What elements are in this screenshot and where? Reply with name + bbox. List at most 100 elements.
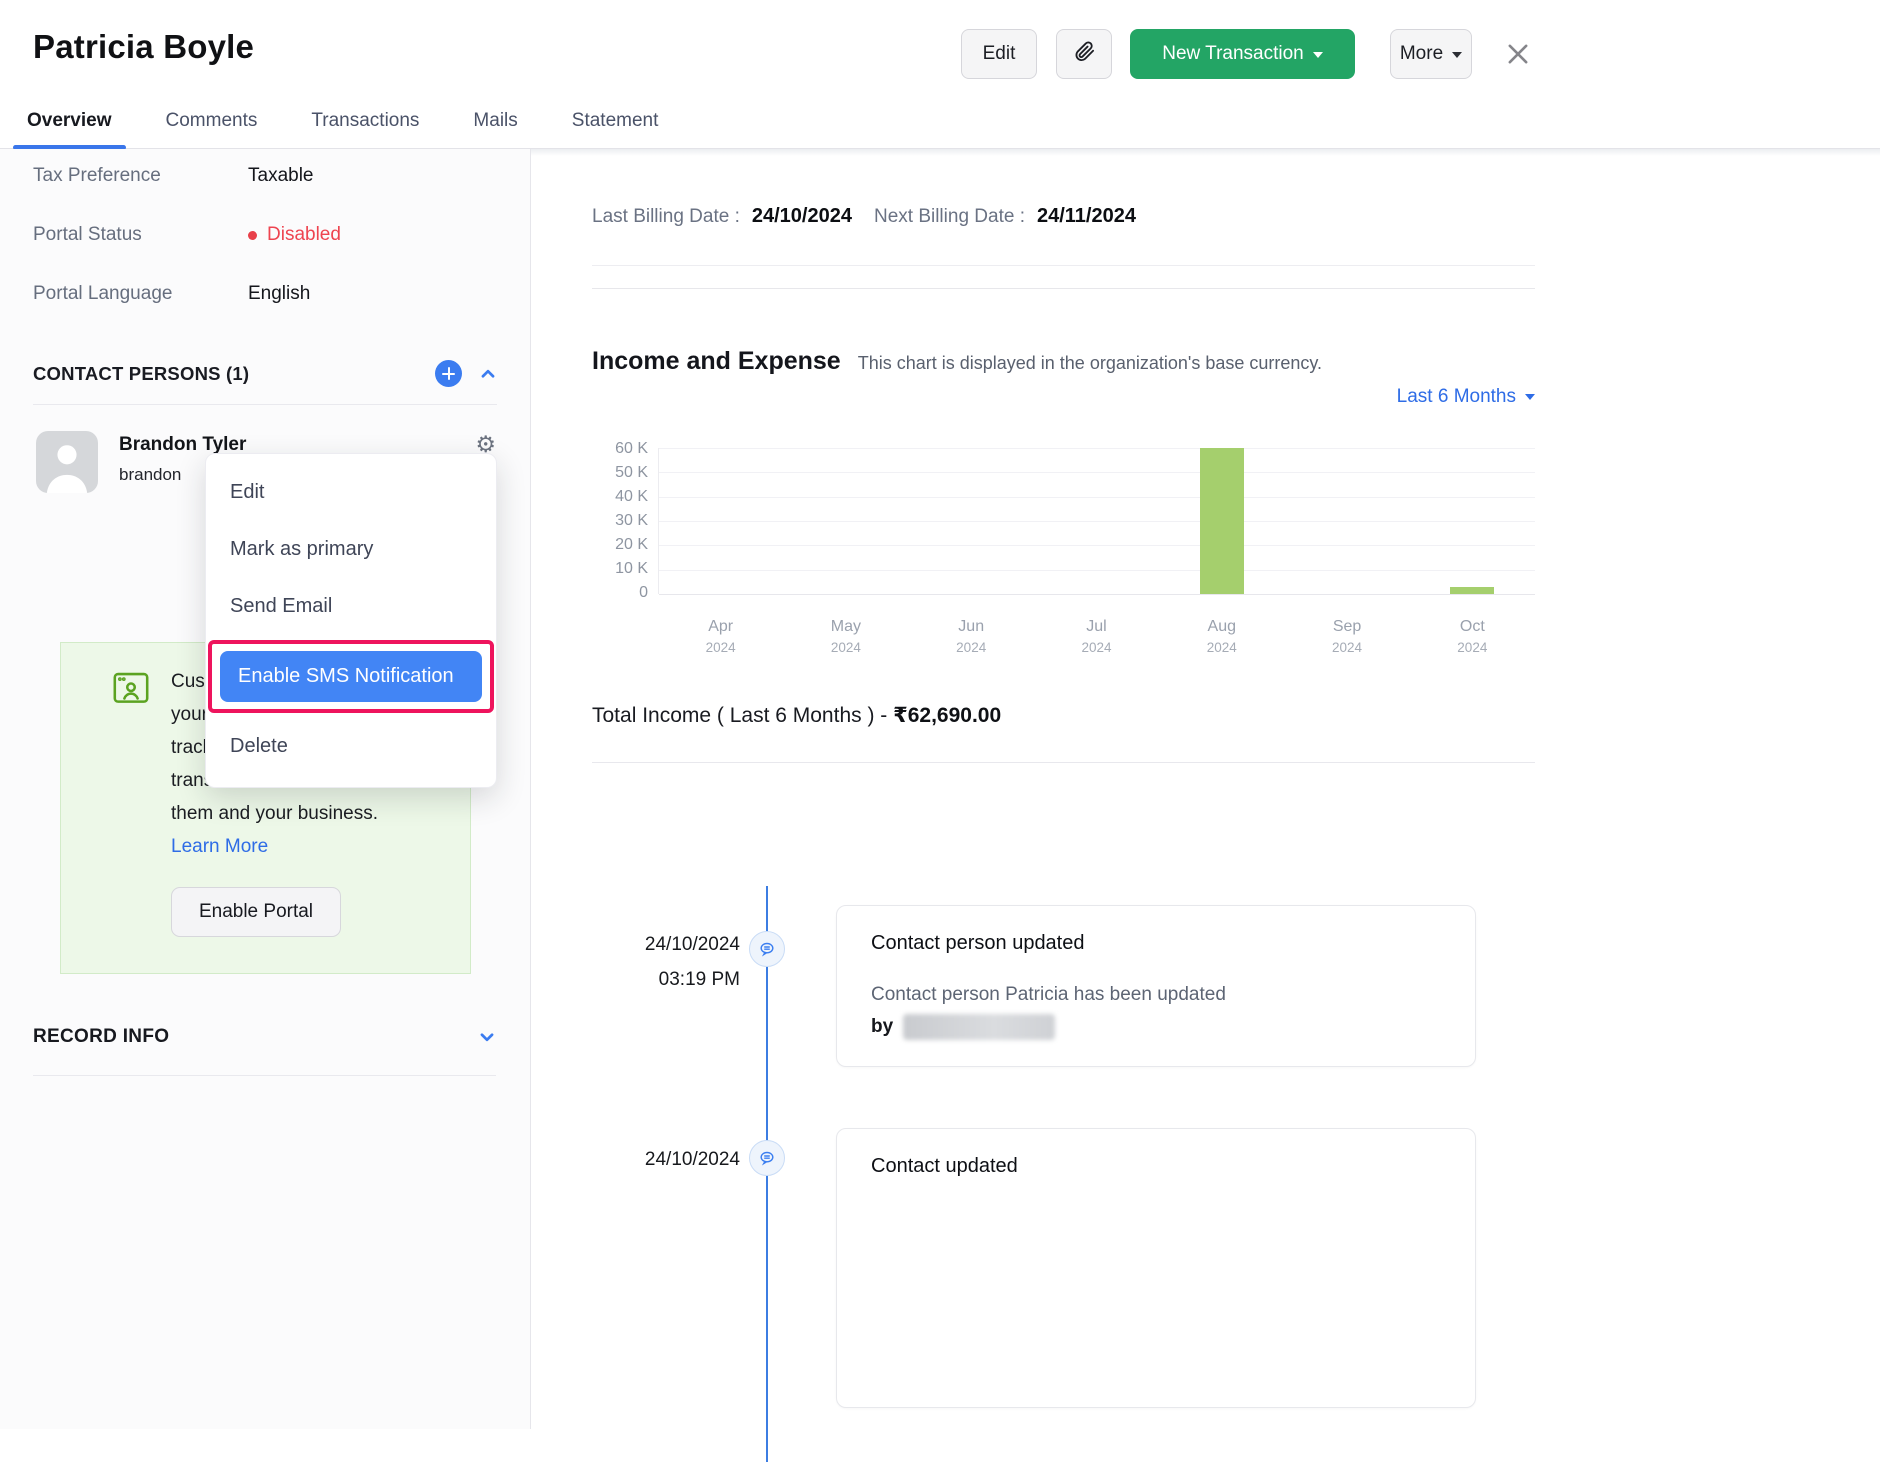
next-billing-date-label: Next Billing Date : [874,206,1025,228]
menu-item-edit[interactable]: Edit [206,464,496,521]
chevron-up-icon[interactable] [479,365,497,383]
highlight-frame: Enable SMS Notification [208,640,494,713]
page-title: Patricia Boyle [33,28,254,66]
menu-item-mark-as-primary[interactable]: Mark as primary [206,521,496,578]
tab-transactions[interactable]: Transactions [309,110,421,148]
total-income-label: Total Income ( Last 6 Months ) - [592,704,893,727]
attachment-button[interactable] [1056,29,1112,79]
contact-persons-header: CONTACT PERSONS (1) [33,360,497,387]
main-panel: Last Billing Date : 24/10/2024 Next Bill… [531,149,1880,1429]
sidebar: Tax Preference Taxable Portal Status Dis… [0,149,531,1429]
tab-mails[interactable]: Mails [471,110,519,148]
last-billing-date-value: 24/10/2024 [752,205,852,228]
tab-label: Overview [27,110,112,131]
next-billing-date-value: 24/11/2024 [1037,205,1136,228]
chart-x-axis: Apr2024May2024Jun2024Jul2024Aug2024Sep20… [658,618,1535,655]
avatar [36,431,98,493]
income-expense-title: Income and Expense [592,347,841,376]
comment-icon [749,931,785,967]
header-actions: Edit New Transaction More [961,29,1532,79]
record-info-title: RECORD INFO [33,1026,461,1048]
field-value: English [248,283,310,305]
field-label: Portal Language [33,283,248,305]
last-billing-date-label: Last Billing Date : [592,206,740,228]
portal-text-line: them and your business. [171,797,450,830]
field-value: Disabled [267,224,341,246]
edit-button-label: Edit [983,43,1016,65]
portal-screen-icon [113,672,149,709]
learn-more-link[interactable]: Learn More [171,830,268,863]
income-expense-chart: 60 K50 K40 K30 K20 K10 K0 [592,448,1535,602]
status-dot-icon [248,231,257,240]
timeline-date: 24/10/2024 [592,1149,740,1171]
tab-bar: Overview Comments Transactions Mails Sta… [0,110,1880,149]
chart-y-axis: 60 K50 K40 K30 K20 K10 K0 [592,440,648,602]
timeline-card: Contact person updated Contact person Pa… [836,905,1476,1067]
chevron-down-icon[interactable] [478,1028,496,1046]
field-portal-language: Portal Language English [33,283,497,305]
range-label: Last 6 Months [1397,386,1516,408]
menu-item-delete[interactable]: Delete [206,718,496,775]
contact-person-context-menu: Edit Mark as primary Send Email Enable S… [205,453,497,788]
tab-overview[interactable]: Overview [25,110,114,148]
divider [33,404,497,405]
edit-button[interactable]: Edit [961,29,1037,79]
contact-person-email: brandon [119,465,205,485]
paperclip-icon [1073,40,1096,69]
bar-aug-2024 [1200,448,1244,594]
status-badge: Disabled [248,224,341,246]
timeline-card-title: Contact updated [871,1155,1441,1178]
x-tick: Sep2024 [1284,618,1409,655]
more-button[interactable]: More [1390,29,1472,79]
more-button-label: More [1400,43,1443,65]
chart-plot [658,448,1535,594]
header: Patricia Boyle Edit New Transaction More [0,0,1880,110]
new-transaction-button[interactable]: New Transaction [1130,29,1355,79]
income-expense-header: Income and Expense This chart is display… [592,347,1535,376]
field-label: Portal Status [33,224,248,246]
add-contact-person-button[interactable] [435,360,462,387]
total-income-value: ₹62,690.00 [893,704,1001,727]
range-dropdown[interactable]: Last 6 Months [1397,386,1535,408]
close-icon[interactable] [1504,40,1532,68]
redacted-user-name [903,1014,1055,1040]
chevron-down-icon [1313,52,1323,63]
x-tick: May2024 [783,618,908,655]
income-expense-subtitle: This chart is displayed in the organizat… [858,353,1322,374]
comment-icon [749,1140,785,1176]
tab-label: Mails [473,110,517,131]
detail-fields: Tax Preference Taxable Portal Status Dis… [0,149,530,305]
timeline-card-body: Contact person Patricia has been updated [871,979,1441,1010]
divider [33,1075,496,1076]
divider [592,288,1535,289]
x-tick: Jun2024 [909,618,1034,655]
timeline-card-title: Contact person updated [871,932,1441,955]
chevron-down-icon [1525,394,1535,405]
new-transaction-label: New Transaction [1162,43,1304,65]
bar-oct-2024 [1450,587,1494,594]
menu-item-enable-sms-notification[interactable]: Enable SMS Notification [220,651,482,702]
billing-dates-row: Last Billing Date : 24/10/2024 Next Bill… [592,205,1535,228]
activity-timeline: 24/10/2024 03:19 PM Contact person updat… [592,763,1535,1408]
x-tick: Aug2024 [1159,618,1284,655]
x-tick: Apr2024 [658,618,783,655]
menu-item-send-email[interactable]: Send Email [206,578,496,635]
enable-portal-button[interactable]: Enable Portal [171,887,341,937]
x-tick: Oct2024 [1410,618,1535,655]
chevron-down-icon [1452,52,1462,63]
divider [592,265,1535,266]
field-label: Tax Preference [33,165,248,187]
record-info-section: RECORD INFO [33,1026,496,1076]
tab-statement[interactable]: Statement [570,110,661,148]
tab-label: Comments [166,110,258,131]
tab-label: Statement [572,110,659,131]
timeline-date: 24/10/2024 [592,934,740,956]
timeline-card: Contact updated [836,1128,1476,1408]
field-value: Taxable [248,165,314,187]
x-tick: Jul2024 [1034,618,1159,655]
tab-comments[interactable]: Comments [164,110,260,148]
timeline-time: 03:19 PM [592,969,740,991]
field-portal-status: Portal Status Disabled [33,224,497,246]
contact-persons-title: CONTACT PERSONS (1) [33,363,435,385]
total-income-row: Total Income ( Last 6 Months ) - ₹62,690… [592,703,1535,728]
